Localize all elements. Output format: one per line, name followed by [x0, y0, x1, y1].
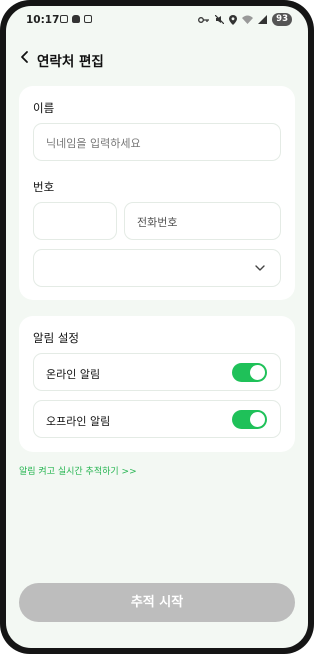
phone-select-dropdown[interactable]: [33, 249, 281, 287]
online-alert-label: 온라인 알림: [46, 368, 101, 381]
location-icon: [229, 14, 238, 25]
online-alert-row: 온라인 알림: [33, 353, 281, 391]
signal-icon: [258, 15, 268, 24]
country-code-input[interactable]: [33, 202, 117, 240]
nickname-placeholder: 닉네임을 입력하세요: [46, 137, 141, 150]
name-label: 이름: [33, 101, 55, 115]
back-button[interactable]: [16, 46, 36, 68]
start-tracking-button[interactable]: 추적 시작: [19, 583, 295, 622]
offline-alert-row: 오프라인 알림: [33, 400, 281, 438]
header: 연락처 편집: [6, 42, 308, 72]
realtime-tracking-link[interactable]: 알림 켜고 실시간 추적하기 >>: [19, 464, 137, 477]
alert-settings-card: 알림 설정 온라인 알림 오프라인 알림: [19, 316, 295, 452]
offline-alert-label: 오프라인 알림: [46, 415, 111, 428]
screenshot-icon: [60, 15, 68, 23]
chevron-down-icon: [255, 265, 265, 271]
wifi-icon: [242, 15, 254, 24]
phone-placeholder: 전화번호: [137, 216, 178, 229]
status-left-icons: [60, 15, 92, 23]
toggle-knob: [250, 412, 265, 427]
offline-alert-toggle[interactable]: [232, 410, 267, 429]
contact-card: 이름 닉네임을 입력하세요 번호 전화번호: [19, 86, 295, 300]
toggle-knob: [250, 365, 265, 380]
online-alert-toggle[interactable]: [232, 363, 267, 382]
screen: 10:17 93 연락처 편집 이름 닉네임을 입력하세요 번호 전화번호 알림…: [6, 6, 308, 648]
nickname-input[interactable]: 닉네임을 입력하세요: [33, 123, 281, 161]
card-icon: [84, 15, 92, 23]
phone-input[interactable]: 전화번호: [124, 202, 281, 240]
status-right-icons: 93: [198, 13, 292, 26]
page-title: 연락처 편집: [37, 54, 104, 70]
device-frame: 10:17 93 연락처 편집 이름 닉네임을 입력하세요 번호 전화번호 알림…: [0, 0, 314, 654]
mute-icon: [215, 15, 225, 24]
cat-icon: [72, 15, 80, 23]
status-time: 10:17: [26, 14, 60, 26]
key-icon: [198, 16, 210, 23]
battery-badge: 93: [272, 13, 292, 26]
alert-settings-label: 알림 설정: [33, 331, 79, 345]
chevron-left-icon: [21, 51, 28, 63]
number-label: 번호: [33, 180, 55, 194]
status-bar: 10:17 93: [6, 6, 308, 34]
